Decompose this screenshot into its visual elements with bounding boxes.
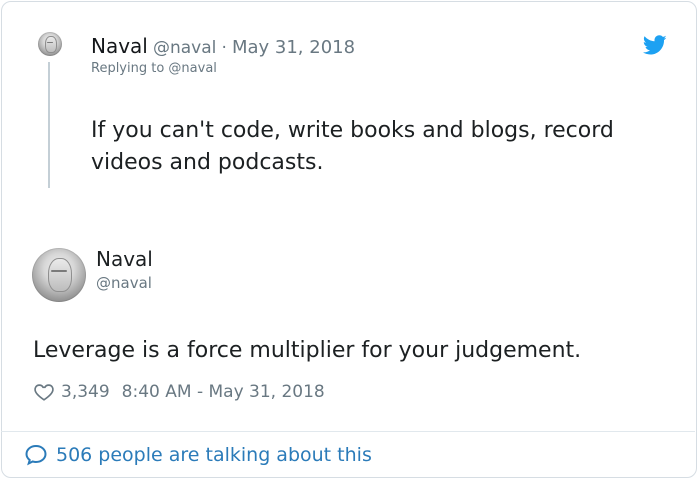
comment-bubble-icon: [25, 444, 47, 466]
avatar-eyes: [46, 41, 54, 43]
reply-author-handle[interactable]: @naval: [153, 38, 216, 58]
tweet-author-name[interactable]: Naval: [96, 247, 153, 271]
avatar-face: [48, 257, 72, 293]
reply-text: If you can't code, write books and blogs…: [91, 118, 614, 175]
talking-link[interactable]: 506 people are talking about this: [24, 443, 372, 467]
reply-header: Naval @naval · May 31, 2018: [91, 34, 355, 58]
reply-author-name[interactable]: Naval: [91, 34, 148, 58]
avatar-eyes: [51, 269, 67, 272]
avatar-face: [45, 36, 57, 53]
thread-line: [48, 62, 50, 188]
tweet-author-handle[interactable]: @naval: [96, 274, 152, 292]
reply-avatar[interactable]: [38, 32, 62, 56]
heart-icon[interactable]: [33, 381, 55, 403]
separator-dot: ·: [221, 38, 227, 58]
reply-date[interactable]: May 31, 2018: [232, 37, 355, 58]
tweet-meta: 3,349 8:40 AM - May 31, 2018: [33, 381, 325, 403]
replying-to[interactable]: Replying to @naval: [91, 61, 217, 76]
tweet-avatar[interactable]: [32, 248, 86, 302]
like-count[interactable]: 3,349: [61, 382, 110, 402]
twitter-bird-icon[interactable]: [643, 33, 667, 57]
talking-count-label: 506 people are talking about this: [56, 444, 372, 466]
tweet-text: Leverage is a force multiplier for your …: [33, 338, 582, 363]
tweet-timestamp[interactable]: 8:40 AM - May 31, 2018: [122, 382, 325, 402]
footer-divider: [1, 431, 695, 432]
